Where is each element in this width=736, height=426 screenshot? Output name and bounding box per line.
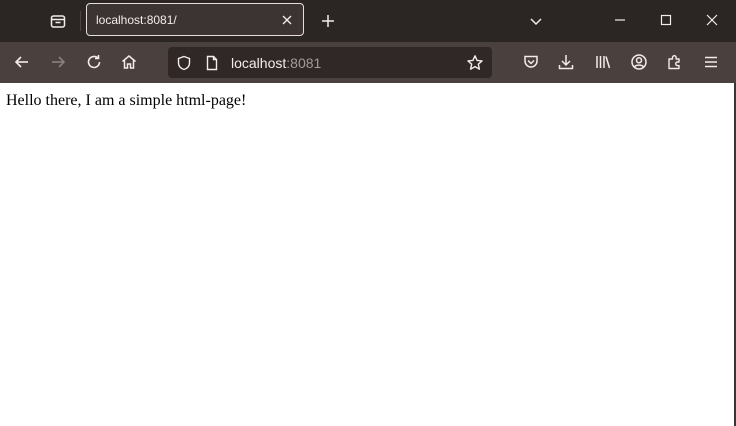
arrow-right-icon (49, 53, 67, 71)
tab-divider (80, 11, 81, 31)
shield-icon (176, 55, 192, 71)
url-host: localhost (231, 55, 287, 71)
home-icon (120, 53, 138, 71)
close-icon (281, 14, 293, 26)
pocket-icon (522, 53, 540, 71)
reload-icon (85, 53, 103, 71)
download-icon (557, 53, 575, 71)
new-tab-button[interactable] (314, 7, 342, 35)
tab-close-button[interactable] (278, 11, 296, 29)
account-icon (630, 53, 648, 71)
library-icon (594, 53, 612, 71)
page-text: Hello there, I am a simple html-page! (6, 92, 247, 109)
star-icon (466, 54, 484, 72)
page-content: Hello there, I am a simple html-page! (0, 83, 736, 426)
minimize-button[interactable] (597, 3, 643, 37)
menu-button[interactable] (696, 48, 726, 76)
page-info-button[interactable] (202, 53, 222, 73)
navigation-toolbar: localhost:8081 (0, 42, 736, 83)
chevron-down-icon (529, 14, 543, 28)
list-all-tabs-button[interactable] (522, 7, 550, 35)
home-button[interactable] (114, 48, 144, 76)
hamburger-icon (703, 54, 719, 70)
tracking-protection-button[interactable] (174, 53, 194, 73)
maximize-icon (660, 14, 672, 26)
library-button[interactable] (588, 48, 618, 76)
firefox-view-button[interactable] (42, 7, 74, 35)
firefox-view-icon (49, 12, 67, 30)
bookmark-button[interactable] (465, 53, 485, 73)
puzzle-icon (666, 53, 684, 71)
account-button[interactable] (624, 48, 654, 76)
reload-button[interactable] (79, 48, 109, 76)
url-port: :8081 (286, 55, 322, 71)
url-text[interactable]: localhost:8081 (231, 55, 321, 71)
pocket-button[interactable] (516, 48, 546, 76)
tab-bar: localhost:8081/ (0, 0, 736, 42)
arrow-left-icon (13, 53, 31, 71)
extensions-button[interactable] (660, 48, 690, 76)
back-button[interactable] (7, 48, 37, 76)
close-window-button[interactable] (689, 3, 735, 37)
tab-active[interactable]: localhost:8081/ (86, 3, 304, 36)
forward-button[interactable] (43, 48, 73, 76)
maximize-button[interactable] (643, 3, 689, 37)
page-icon (205, 55, 219, 71)
close-icon (706, 14, 718, 26)
browser-window: localhost:8081/ localhost:8081 Hello the… (0, 0, 736, 426)
url-bar[interactable]: localhost:8081 (168, 47, 492, 78)
downloads-button[interactable] (551, 48, 581, 76)
plus-icon (320, 13, 336, 29)
minimize-icon (614, 14, 626, 26)
tab-title: localhost:8081/ (96, 13, 177, 27)
